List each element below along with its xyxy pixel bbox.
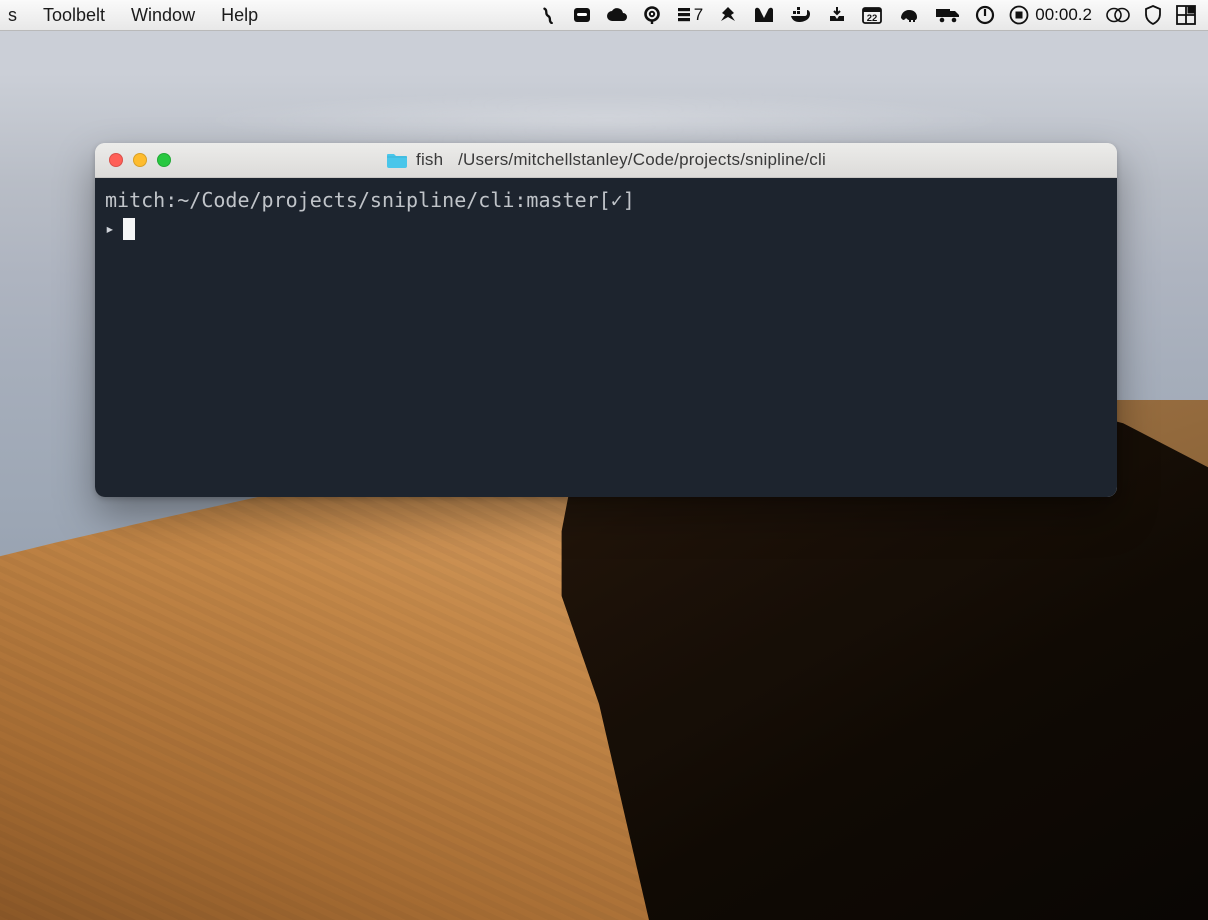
menubar-item-help[interactable]: Help	[219, 3, 260, 28]
zoom-button[interactable]	[157, 153, 171, 167]
squiggle-icon[interactable]	[540, 6, 558, 24]
terminal-body[interactable]: mitch:~/Code/projects/snipline/cli:maste…	[95, 178, 1117, 497]
inbox-icon[interactable]	[827, 6, 847, 24]
cloud-icon[interactable]	[606, 7, 628, 23]
menubar-item-toolbelt[interactable]: Toolbelt	[41, 3, 107, 28]
terminal-titlebar[interactable]: fish /Users/mitchellstanley/Code/project…	[95, 143, 1117, 178]
clipboard-icon[interactable]	[1106, 6, 1130, 24]
grid-icon[interactable]	[1176, 5, 1196, 25]
headset-icon[interactable]	[642, 5, 662, 25]
macos-menubar: s Toolbelt Window Help 7	[0, 0, 1208, 31]
menubar-left: s Toolbelt Window Help	[0, 3, 260, 28]
svg-text:22: 22	[867, 13, 878, 24]
prompt-input-line[interactable]: ▸	[105, 217, 1107, 240]
title-path: /Users/mitchellstanley/Code/projects/sni…	[458, 150, 826, 169]
terminal-window[interactable]: fish /Users/mitchellstanley/Code/project…	[95, 143, 1117, 497]
menubar-item-partial[interactable]: s	[6, 3, 19, 28]
prompt-arrow-icon: ▸	[105, 217, 115, 240]
antivirus-icon[interactable]	[717, 5, 739, 25]
power-icon[interactable]	[975, 5, 995, 25]
prompt-status-line: mitch:~/Code/projects/snipline/cli:maste…	[105, 186, 1107, 215]
close-button[interactable]	[109, 153, 123, 167]
truck-icon[interactable]	[935, 7, 961, 23]
elephant-icon[interactable]	[897, 6, 921, 24]
clouds	[0, 90, 1208, 150]
m-icon[interactable]	[753, 6, 775, 24]
whale-icon[interactable]	[789, 6, 813, 24]
stop-record-icon[interactable]: 00:00.2	[1009, 5, 1092, 25]
timer-text: 00:00.2	[1035, 5, 1092, 25]
stack-icon[interactable]: 7	[676, 5, 703, 25]
card-icon[interactable]	[572, 6, 592, 24]
stack-badge: 7	[694, 5, 703, 25]
menubar-right: 7 22	[540, 5, 1208, 25]
folder-icon	[386, 151, 408, 169]
minimize-button[interactable]	[133, 153, 147, 167]
shield-icon[interactable]	[1144, 5, 1162, 25]
text-cursor	[123, 218, 135, 240]
traffic-lights	[95, 153, 171, 167]
calendar-icon[interactable]: 22	[861, 5, 883, 25]
menubar-item-window[interactable]: Window	[129, 3, 197, 28]
window-title: fish /Users/mitchellstanley/Code/project…	[416, 150, 826, 170]
title-shell: fish	[416, 150, 443, 169]
title-center: fish /Users/mitchellstanley/Code/project…	[95, 143, 1117, 177]
